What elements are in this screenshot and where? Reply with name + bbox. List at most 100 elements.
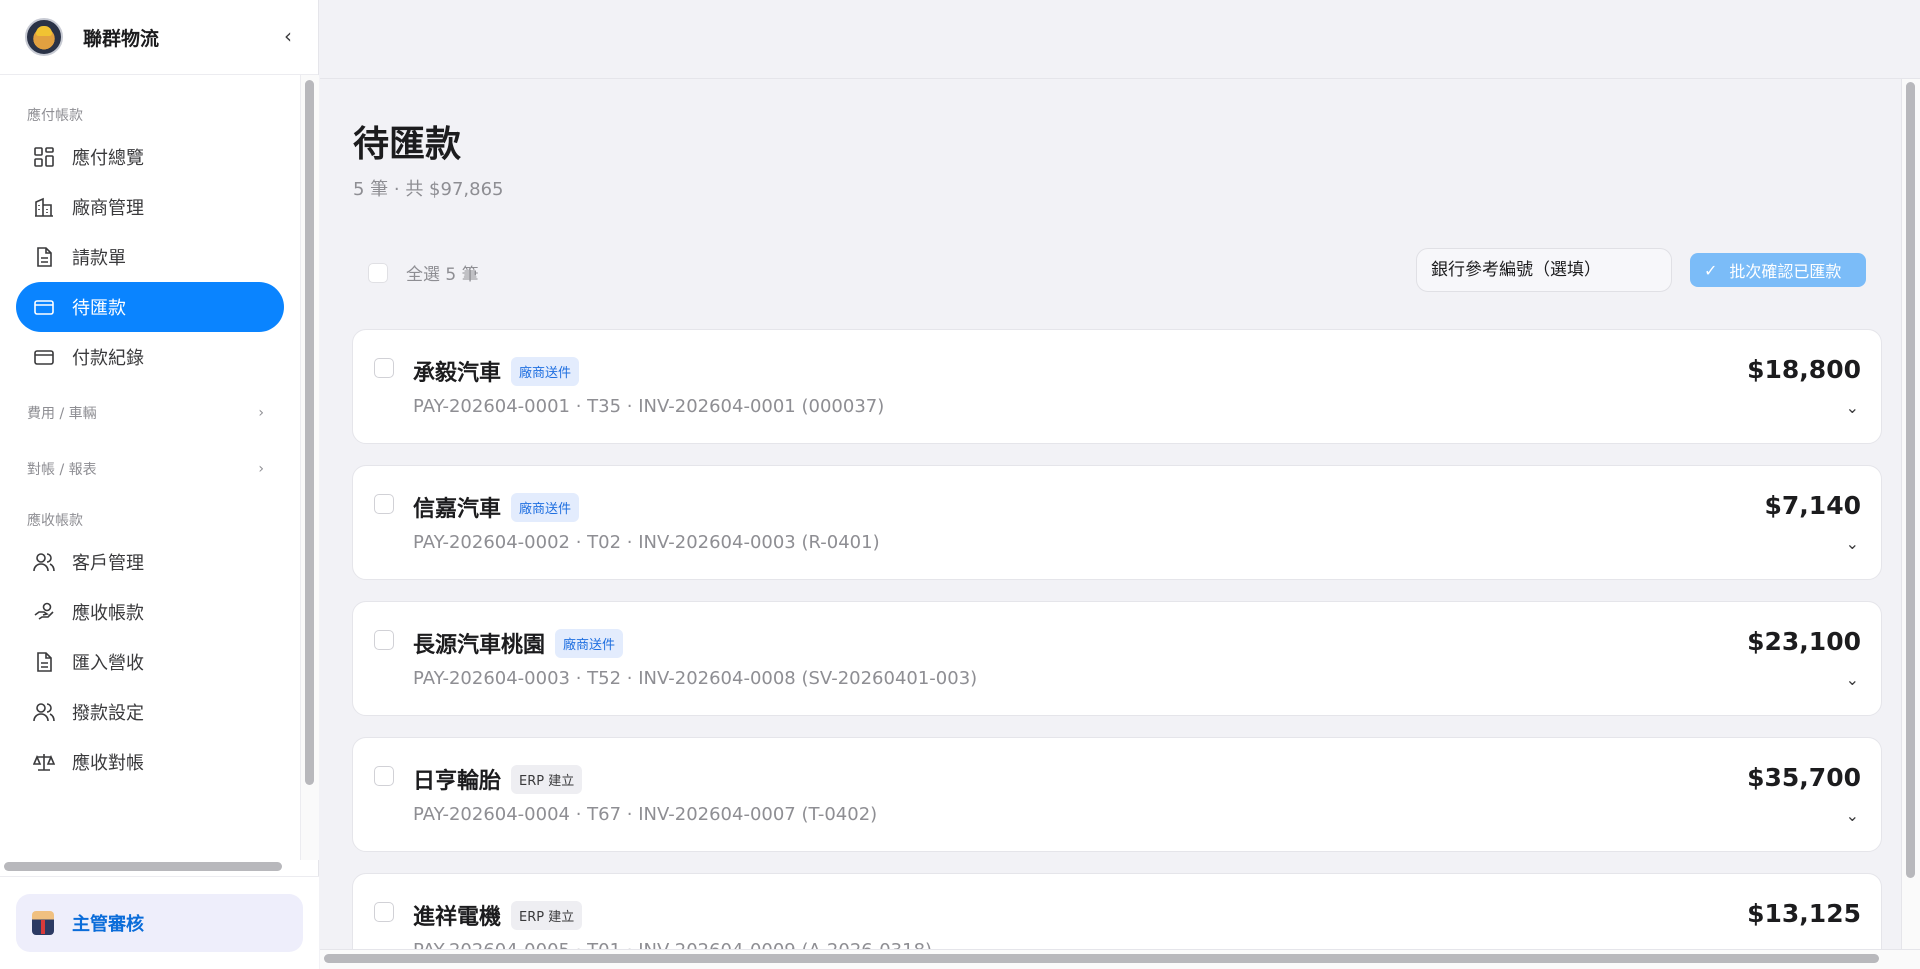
payment-meta: PAY-202604-0005 · T01 · INV-202604-0009 … bbox=[413, 940, 932, 949]
chevron-down-icon[interactable]: ⌄ bbox=[1846, 534, 1859, 553]
vendor-name: 長源汽車桃園 廠商送件 bbox=[413, 627, 624, 659]
vendor-name: 承毅汽車 廠商送件 bbox=[413, 355, 580, 387]
scale-icon bbox=[32, 750, 56, 774]
sidebar-item-label: 撥款設定 bbox=[72, 703, 144, 724]
sidebar-item-label: 廠商管理 bbox=[72, 198, 144, 219]
payment-card: 進祥電機 ERP 建立 PAY-202604-0005 · T01 · INV-2… bbox=[352, 873, 1882, 949]
section-label-payable: 應付帳款 bbox=[27, 108, 83, 124]
grid-icon bbox=[32, 145, 56, 169]
chevron-down-icon[interactable]: ⌄ bbox=[1846, 806, 1859, 825]
payment-amount: $7,140 bbox=[1764, 491, 1861, 520]
sidebar-item-label: 應付總覽 bbox=[72, 148, 144, 169]
payment-amount: $13,125 bbox=[1747, 899, 1861, 928]
vendor-name-text: 信嘉汽車 bbox=[413, 497, 502, 522]
vendor-name-text: 進祥電機 bbox=[413, 905, 502, 930]
page-summary: 5 筆 · 共 $97,865 bbox=[353, 179, 504, 200]
row-checkbox[interactable] bbox=[374, 766, 394, 786]
manager-approval-button[interactable]: 主管審核 bbox=[16, 894, 303, 952]
bank-reference-input[interactable] bbox=[1416, 248, 1672, 292]
chevron-right-icon: › bbox=[258, 461, 264, 477]
select-all-label: 全選 5 筆 bbox=[406, 265, 479, 285]
sidebar-item-pending-remittance[interactable]: 待匯款 bbox=[16, 282, 284, 332]
sidebar-item-payment-requests[interactable]: 請款單 bbox=[16, 232, 284, 282]
sidebar-item-label: 付款紀錄 bbox=[72, 348, 144, 369]
card-icon bbox=[32, 345, 56, 369]
document-icon bbox=[32, 245, 56, 269]
row-checkbox[interactable] bbox=[374, 358, 394, 378]
sidebar-footer: 主管審核 bbox=[0, 876, 319, 969]
sidebar-header: 聯群物流 ‹ bbox=[0, 0, 318, 75]
sidebar-item-receivables[interactable]: 應收帳款 bbox=[16, 587, 284, 637]
brand-logo bbox=[25, 18, 63, 56]
source-badge: ERP 建立 bbox=[511, 901, 583, 930]
vendor-name-text: 長源汽車桃園 bbox=[413, 633, 546, 658]
document-icon bbox=[32, 650, 56, 674]
row-checkbox[interactable] bbox=[374, 630, 394, 650]
users-icon bbox=[32, 550, 56, 574]
check-icon: ✓ bbox=[1704, 260, 1718, 280]
vendor-name: 日亨輪胎 ERP 建立 bbox=[413, 763, 583, 795]
sidebar-group-reports[interactable]: 對帳 / 報表 › bbox=[0, 441, 300, 497]
main-horizontal-scrollbar[interactable] bbox=[324, 954, 1879, 963]
sidebar-item-payable-overview[interactable]: 應付總覽 bbox=[16, 132, 284, 182]
brand-name: 聯群物流 bbox=[83, 27, 160, 50]
batch-confirm-label: 批次確認已匯款 bbox=[1729, 262, 1842, 281]
select-all-checkbox[interactable]: 全選 5 筆 bbox=[368, 260, 479, 285]
sidebar-item-customers[interactable]: 客戶管理 bbox=[16, 537, 284, 587]
manager-icon bbox=[32, 911, 54, 935]
payment-amount: $18,800 bbox=[1747, 355, 1861, 384]
vendor-name: 信嘉汽車 廠商送件 bbox=[413, 491, 580, 523]
main-scrollbar[interactable] bbox=[1906, 82, 1915, 878]
payment-card: 承毅汽車 廠商送件 PAY-202604-0001 · T35 · INV-202… bbox=[352, 329, 1882, 444]
source-badge: 廠商送件 bbox=[511, 357, 580, 386]
sidebar-item-label: 應收對帳 bbox=[72, 753, 144, 774]
chevron-down-icon[interactable]: ⌄ bbox=[1846, 670, 1859, 689]
sidebar: 聯群物流 ‹ 應付帳款 應付總覽 廠商管理 請款單 待匯款 付款紀錄 費用 / … bbox=[0, 0, 319, 969]
sidebar-item-label: 應收帳款 bbox=[72, 603, 144, 624]
row-checkbox[interactable] bbox=[374, 494, 394, 514]
group-label: 對帳 / 報表 bbox=[27, 462, 97, 478]
sidebar-horizontal-scrollbar[interactable] bbox=[4, 862, 282, 871]
source-badge: ERP 建立 bbox=[511, 765, 583, 794]
sidebar-item-label: 待匯款 bbox=[72, 298, 126, 319]
chevron-left-icon[interactable]: ‹ bbox=[284, 26, 292, 46]
card-icon bbox=[32, 295, 56, 319]
group-label: 費用 / 車輛 bbox=[27, 406, 97, 422]
building-icon bbox=[32, 195, 56, 219]
payment-list: 承毅汽車 廠商送件 PAY-202604-0001 · T35 · INV-202… bbox=[352, 329, 1882, 949]
sidebar-item-import-revenue[interactable]: 匯入營收 bbox=[16, 637, 284, 687]
hand-coin-icon bbox=[32, 600, 56, 624]
vendor-name-text: 日亨輪胎 bbox=[413, 769, 502, 794]
payment-meta: PAY-202604-0004 · T67 · INV-202604-0007 … bbox=[413, 804, 878, 825]
payment-meta: PAY-202604-0003 · T52 · INV-202604-0008 … bbox=[413, 668, 978, 689]
row-checkbox[interactable] bbox=[374, 902, 394, 922]
sidebar-item-disbursement-settings[interactable]: 撥款設定 bbox=[16, 687, 284, 737]
source-badge: 廠商送件 bbox=[511, 493, 580, 522]
payment-card: 信嘉汽車 廠商送件 PAY-202604-0002 · T02 · INV-202… bbox=[352, 465, 1882, 580]
batch-confirm-button[interactable]: ✓ 批次確認已匯款 bbox=[1690, 253, 1866, 287]
sidebar-item-receivable-reconciliation[interactable]: 應收對帳 bbox=[16, 737, 284, 787]
sidebar-item-label: 匯入營收 bbox=[72, 653, 144, 674]
chevron-right-icon: › bbox=[258, 405, 264, 421]
checkbox-icon bbox=[368, 262, 388, 283]
sidebar-item-label: 請款單 bbox=[72, 248, 126, 269]
chevron-down-icon[interactable]: ⌄ bbox=[1846, 942, 1859, 949]
manager-approval-label: 主管審核 bbox=[72, 914, 144, 935]
main-content: 待匯款 5 筆 · 共 $97,865 全選 5 筆 ✓ 批次確認已匯款 承毅汽… bbox=[320, 0, 1920, 969]
payment-card: 日亨輪胎 ERP 建立 PAY-202604-0004 · T67 · INV-2… bbox=[352, 737, 1882, 852]
sidebar-item-vendors[interactable]: 廠商管理 bbox=[16, 182, 284, 232]
sidebar-nav: 應付帳款 應付總覽 廠商管理 請款單 待匯款 付款紀錄 費用 / 車輛 › 對帳… bbox=[0, 75, 300, 860]
sidebar-item-payment-history[interactable]: 付款紀錄 bbox=[16, 332, 284, 382]
sidebar-item-label: 客戶管理 bbox=[72, 553, 144, 574]
payment-amount: $35,700 bbox=[1747, 763, 1861, 792]
sidebar-scrollbar[interactable] bbox=[305, 80, 314, 785]
page-title: 待匯款 bbox=[353, 124, 462, 165]
vendor-name: 進祥電機 ERP 建立 bbox=[413, 899, 583, 931]
source-badge: 廠商送件 bbox=[555, 629, 624, 658]
payment-meta: PAY-202604-0002 · T02 · INV-202604-0003 … bbox=[413, 532, 880, 553]
chevron-down-icon[interactable]: ⌄ bbox=[1846, 398, 1859, 417]
payment-amount: $23,100 bbox=[1747, 627, 1861, 656]
sidebar-group-expenses[interactable]: 費用 / 車輛 › bbox=[0, 385, 300, 441]
vendor-name-text: 承毅汽車 bbox=[413, 361, 502, 386]
payment-card: 長源汽車桃園 廠商送件 PAY-202604-0003 · T52 · INV-2… bbox=[352, 601, 1882, 716]
